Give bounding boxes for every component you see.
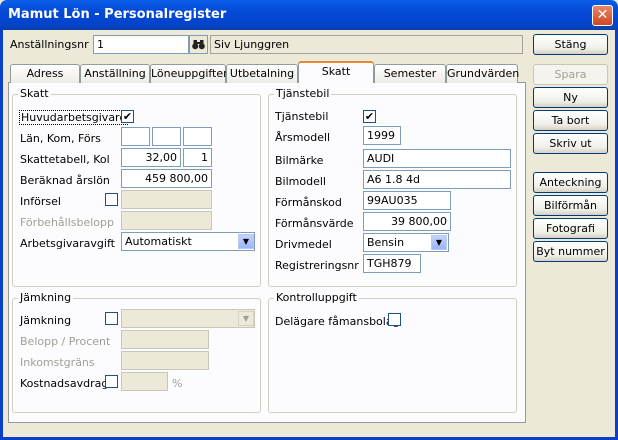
byt-nummer-button[interactable]: Byt nummer bbox=[533, 241, 608, 262]
tab-loneuppgifter[interactable]: Löneuppgifter bbox=[150, 64, 228, 83]
chevron-down-icon: ▼ bbox=[238, 311, 254, 326]
employee-number-input[interactable]: 1 bbox=[93, 35, 189, 54]
forsamling-input[interactable] bbox=[183, 127, 212, 146]
percent-sign: % bbox=[172, 377, 183, 390]
huvudarbetsgivare-checkbox[interactable]: ✔ bbox=[121, 110, 134, 123]
arbetsgivaravgift-value: Automatiskt bbox=[125, 235, 192, 248]
tab-anstallning[interactable]: Anställning bbox=[80, 64, 150, 83]
inkomstgrans-input bbox=[121, 351, 209, 370]
close-icon: ✕ bbox=[596, 7, 609, 23]
jamkning-checkbox[interactable] bbox=[105, 312, 118, 325]
tab-semester[interactable]: Semester bbox=[374, 64, 446, 83]
arslon-input[interactable]: 459 800,00 bbox=[121, 169, 212, 188]
arbetsgivaravgift-select[interactable]: Automatiskt bbox=[121, 232, 255, 251]
tab-utbetalning[interactable]: Utbetalning bbox=[226, 64, 298, 83]
tjanstebil-checkbox[interactable]: ✔ bbox=[363, 110, 376, 123]
skattetabell-label: Skattetabell, Kol bbox=[20, 153, 110, 166]
forbehall-label: Förbehållsbelopp bbox=[20, 216, 114, 229]
bilforman-button[interactable]: Bilförmån bbox=[533, 195, 608, 216]
inkomstgrans-label: Inkomstgräns bbox=[20, 356, 95, 369]
drivmedel-label: Drivmedel bbox=[275, 238, 332, 251]
arslon-label: Beräknad årslön bbox=[20, 174, 110, 187]
skattetabell-input[interactable]: 32,00 bbox=[121, 148, 181, 167]
formanskod-input[interactable]: 99AU035 bbox=[363, 191, 451, 210]
inforsel-input bbox=[121, 190, 212, 209]
forbehall-input bbox=[121, 211, 212, 230]
inforsel-label: Införsel bbox=[20, 195, 61, 208]
tab-grundvarden[interactable]: Grundvärden bbox=[446, 64, 519, 83]
employee-name-display: Siv Ljunggren bbox=[210, 35, 523, 54]
kostnadsavdrag-checkbox[interactable] bbox=[105, 375, 118, 388]
ta-bort-button[interactable]: Ta bort bbox=[533, 110, 608, 131]
window-titlebar: Mamut Lön - Personalregister bbox=[0, 0, 618, 30]
formansvarde-input[interactable]: 39 800,00 bbox=[363, 212, 451, 231]
jamkning-group-title: Jämkning bbox=[18, 291, 74, 304]
belopp-procent-input bbox=[121, 330, 209, 349]
belopp-procent-label: Belopp / Procent bbox=[20, 335, 111, 348]
drivmedel-value: Bensin bbox=[367, 236, 405, 249]
delagare-label: Delägare fåmansbolag bbox=[275, 315, 400, 328]
formansvarde-label: Förmånsvärde bbox=[275, 217, 354, 230]
kostnadsavdrag-input bbox=[121, 372, 168, 391]
jamkning-select bbox=[121, 309, 255, 328]
close-button[interactable]: Stäng bbox=[533, 34, 608, 55]
lan-input[interactable] bbox=[121, 127, 150, 146]
kolumn-input[interactable]: 1 bbox=[183, 148, 212, 167]
inforsel-checkbox[interactable] bbox=[105, 193, 118, 206]
fotografi-button[interactable]: Fotografi bbox=[533, 218, 608, 239]
chevron-down-icon[interactable]: ▼ bbox=[238, 234, 254, 249]
spara-button[interactable]: Spara bbox=[533, 64, 608, 85]
jamkning-label: Jämkning bbox=[20, 314, 72, 327]
arbetsgivaravgift-label: Arbetsgivaravgift bbox=[20, 237, 115, 250]
kommun-input[interactable] bbox=[152, 127, 181, 146]
skriv-ut-button[interactable]: Skriv ut bbox=[533, 133, 608, 154]
delagare-checkbox[interactable] bbox=[388, 313, 401, 326]
window-title: Mamut Lön - Personalregister bbox=[8, 7, 227, 22]
arsmodell-label: Årsmodell bbox=[275, 131, 331, 144]
tjanstebil-label: Tjänstebil bbox=[275, 110, 329, 123]
tjanstebil-group-title: Tjänstebil bbox=[274, 87, 332, 100]
anteckning-button[interactable]: Anteckning bbox=[533, 172, 608, 193]
tab-adress[interactable]: Adress bbox=[10, 64, 80, 83]
kostnadsavdrag-label: Kostnadsavdrag bbox=[20, 377, 109, 390]
bilmarke-input[interactable]: AUDI bbox=[363, 149, 511, 168]
registreringsnr-input[interactable]: TGH879 bbox=[363, 254, 421, 273]
ny-button[interactable]: Ny bbox=[533, 87, 608, 108]
bilmodell-input[interactable]: A6 1.8 4d bbox=[363, 170, 511, 189]
bilmarke-label: Bilmärke bbox=[275, 154, 324, 167]
formanskod-label: Förmånskod bbox=[275, 196, 342, 209]
registreringsnr-label: Registreringsnr bbox=[275, 259, 359, 272]
skatt-group-title: Skatt bbox=[18, 87, 51, 100]
close-window-button[interactable]: ✕ bbox=[592, 5, 613, 26]
tab-skatt[interactable]: Skatt bbox=[298, 61, 374, 83]
bilmodell-label: Bilmodell bbox=[275, 175, 326, 188]
arsmodell-input[interactable]: 1999 bbox=[363, 126, 401, 145]
employee-number-label: Anställningsnr bbox=[10, 38, 89, 51]
kontrolluppgift-group-title: Kontrolluppgift bbox=[274, 291, 359, 304]
huvudarbetsgivare-label: Huvudarbetsgivare bbox=[19, 110, 129, 125]
lan-label: Län, Kom, Förs bbox=[20, 132, 101, 145]
employee-search-button[interactable] bbox=[189, 35, 208, 54]
binoculars-icon bbox=[192, 40, 205, 50]
chevron-down-icon[interactable]: ▼ bbox=[431, 235, 447, 250]
